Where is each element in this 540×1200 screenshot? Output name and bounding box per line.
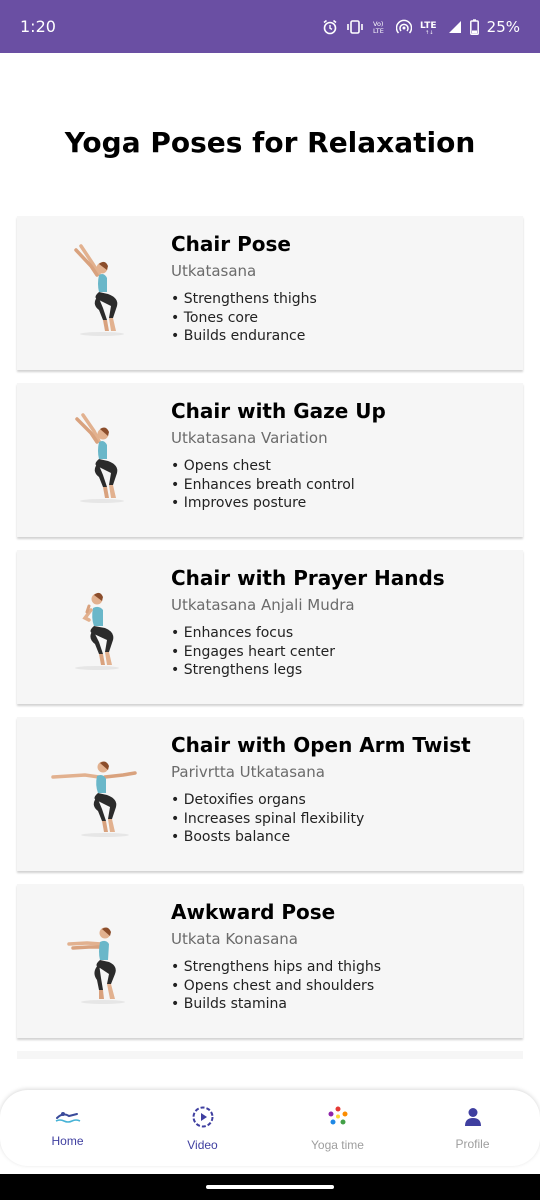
pose-benefits: Strengthens thighs Tones core Builds end… [171,290,317,346]
svg-text:LTE: LTE [373,27,384,35]
pose-benefits: Opens chest Enhances breath control Impr… [171,457,355,513]
gesture-handle[interactable] [206,1185,334,1189]
pose-name: Chair with Gaze Up [171,399,386,423]
bottom-nav: Home Video Yoga time Profile [0,1090,540,1166]
pose-list[interactable]: Chair Pose Utkatasana Strengthens thighs… [17,216,523,1059]
volte-icon: Vo) LTE [372,19,388,35]
page-title: Yoga Poses for Relaxation [64,126,476,159]
benefit-item: Builds stamina [171,995,381,1014]
status-bar: 1:20 Vo) LTE LTE ↑↓ 25% [0,0,540,53]
prayer-icon [47,568,157,678]
benefit-item: Enhances breath control [171,476,355,495]
lte-icon: LTE ↑↓ [420,19,440,35]
status-time: 1:20 [20,17,56,36]
status-icons: Vo) LTE LTE ↑↓ 25% [322,18,520,36]
nav-video[interactable]: Video [135,1090,270,1166]
nav-yoga-time[interactable]: Yoga time [270,1090,405,1166]
nav-home[interactable]: Home [0,1090,135,1166]
benefit-item: Strengthens thighs [171,290,317,309]
person-icon [462,1106,484,1133]
benefit-item: Builds endurance [171,327,317,346]
benefit-item: Increases spinal flexibility [171,810,365,829]
home-swimmer-icon [55,1109,81,1130]
pose-card[interactable]: Chair Pose Utkatasana Strengthens thighs… [17,216,523,370]
benefit-item: Enhances focus [171,624,335,643]
nav-label: Video [187,1137,218,1152]
pose-name: Chair Pose [171,232,291,256]
benefit-item: Opens chest [171,457,355,476]
pose-benefits: Strengthens hips and thighs Opens chest … [171,958,381,1014]
pose-name: Chair with Prayer Hands [171,566,445,590]
pose-sanskrit-name: Utkata Konasana [171,930,298,948]
benefit-item: Opens chest and shoulders [171,977,381,996]
pose-card[interactable]: Chair with Open Arm Twist Parivrtta Utka… [17,717,523,871]
yoga-time-icon [326,1105,350,1134]
pose-sanskrit-name: Parivrtta Utkatasana [171,763,325,781]
system-gesture-bar [0,1174,540,1200]
benefit-item: Strengthens legs [171,661,335,680]
pose-sanskrit-name: Utkatasana Variation [171,429,328,447]
battery-icon [469,18,479,35]
arms-up-icon [47,401,157,511]
pose-card[interactable]: Awkward Pose Utkata Konasana Strengthens… [17,884,523,1038]
arms-forward-icon [47,902,157,1012]
nav-profile[interactable]: Profile [405,1090,540,1166]
nav-label: Yoga time [311,1137,364,1152]
pose-benefits: Detoxifies organs Increases spinal flexi… [171,791,365,847]
benefit-item: Engages heart center [171,643,335,662]
vibrate-icon [346,19,364,34]
nav-label: Profile [455,1136,490,1151]
pose-benefits: Enhances focus Engages heart center Stre… [171,624,335,680]
signal-icon [448,20,462,34]
svg-text:↑↓: ↑↓ [425,30,433,35]
nav-label: Home [51,1133,84,1148]
hotspot-icon [395,19,412,35]
benefit-item: Strengthens hips and thighs [171,958,381,977]
play-circle-icon [191,1105,215,1134]
battery-percent: 25% [486,17,520,36]
arms-up-icon [47,234,157,344]
pose-card-partial[interactable] [17,1051,523,1059]
benefit-item: Tones core [171,309,317,328]
benefit-item: Detoxifies organs [171,791,364,810]
pose-card[interactable]: Chair with Gaze Up Utkatasana Variation … [17,383,523,537]
benefit-item: Improves posture [171,494,355,513]
arms-open-icon [47,735,157,845]
alarm-icon [322,19,338,35]
pose-name: Chair with Open Arm Twist [171,733,471,757]
pose-card[interactable]: Chair with Prayer Hands Utkatasana Anjal… [17,550,523,704]
benefit-item: Boosts balance [171,828,364,847]
pose-name: Awkward Pose [171,900,336,924]
pose-sanskrit-name: Utkatasana Anjali Mudra [171,596,355,614]
pose-sanskrit-name: Utkatasana [171,262,257,280]
